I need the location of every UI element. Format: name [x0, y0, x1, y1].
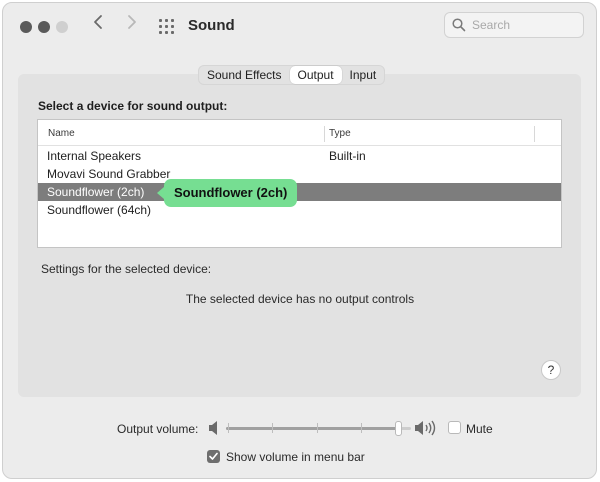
device-list-heading: Select a device for sound output:	[38, 99, 228, 113]
search-icon	[452, 18, 466, 32]
selected-device-callout: Soundflower (2ch)	[156, 179, 298, 207]
back-button[interactable]	[88, 14, 108, 36]
slider-tick	[272, 423, 273, 433]
window-title: Sound	[188, 17, 235, 34]
column-header-name[interactable]: Name	[48, 128, 75, 139]
forward-button[interactable]	[122, 14, 142, 36]
device-name: Soundflower (64ch)	[47, 203, 152, 217]
tab-bar: Sound Effects Output Input	[198, 65, 386, 85]
column-divider	[534, 126, 535, 142]
device-type: Built-in	[329, 149, 366, 163]
search-field[interactable]	[444, 12, 584, 38]
slider-thumb[interactable]	[395, 421, 402, 436]
device-row-internal-speakers[interactable]: Internal Speakers Built-in	[38, 147, 561, 165]
mute-label: Mute	[466, 422, 493, 436]
mute-checkbox[interactable]	[448, 421, 461, 434]
device-row-soundflower-2ch[interactable]: Soundflower (2ch)	[38, 183, 561, 201]
output-volume-slider[interactable]	[226, 420, 411, 436]
show-all-grid-icon[interactable]	[159, 19, 176, 36]
help-button[interactable]: ?	[541, 360, 561, 380]
slider-fill	[226, 427, 398, 430]
close-window-button[interactable]	[20, 21, 32, 33]
zoom-window-button[interactable]	[56, 21, 68, 33]
chevron-right-icon	[128, 15, 136, 29]
device-name: Internal Speakers	[47, 149, 142, 163]
chevron-left-icon	[94, 15, 102, 29]
device-row-movavi-sound-grabber[interactable]: Movavi Sound Grabber	[38, 165, 561, 183]
speaker-high-icon	[414, 420, 438, 441]
slider-tick	[228, 423, 229, 433]
tab-output[interactable]: Output	[289, 66, 342, 84]
output-device-table: Name Type Internal Speakers Built-in Mov…	[37, 119, 562, 248]
no-controls-message: The selected device has no output contro…	[185, 292, 415, 306]
toolbar: Sound	[0, 0, 600, 50]
minimize-window-button[interactable]	[38, 21, 50, 33]
speaker-low-icon	[208, 420, 220, 441]
device-name: Soundflower (2ch)	[47, 185, 145, 199]
output-volume-label: Output volume:	[117, 422, 199, 436]
tab-input[interactable]: Input	[342, 66, 385, 84]
device-name: Movavi Sound Grabber	[47, 167, 171, 181]
tab-sound-effects[interactable]: Sound Effects	[199, 66, 290, 84]
slider-tick	[317, 423, 318, 433]
column-header-type[interactable]: Type	[329, 128, 351, 139]
slider-tick	[361, 423, 362, 433]
checkmark-icon	[209, 452, 218, 460]
show-volume-menu-bar-label: Show volume in menu bar	[226, 450, 365, 464]
search-input[interactable]	[472, 17, 577, 33]
device-row-soundflower-64ch[interactable]: Soundflower (64ch)	[38, 201, 561, 219]
header-divider	[38, 145, 561, 146]
show-volume-menu-bar-checkbox[interactable]	[207, 450, 220, 463]
column-divider	[324, 126, 325, 142]
settings-label: Settings for the selected device:	[41, 262, 212, 276]
